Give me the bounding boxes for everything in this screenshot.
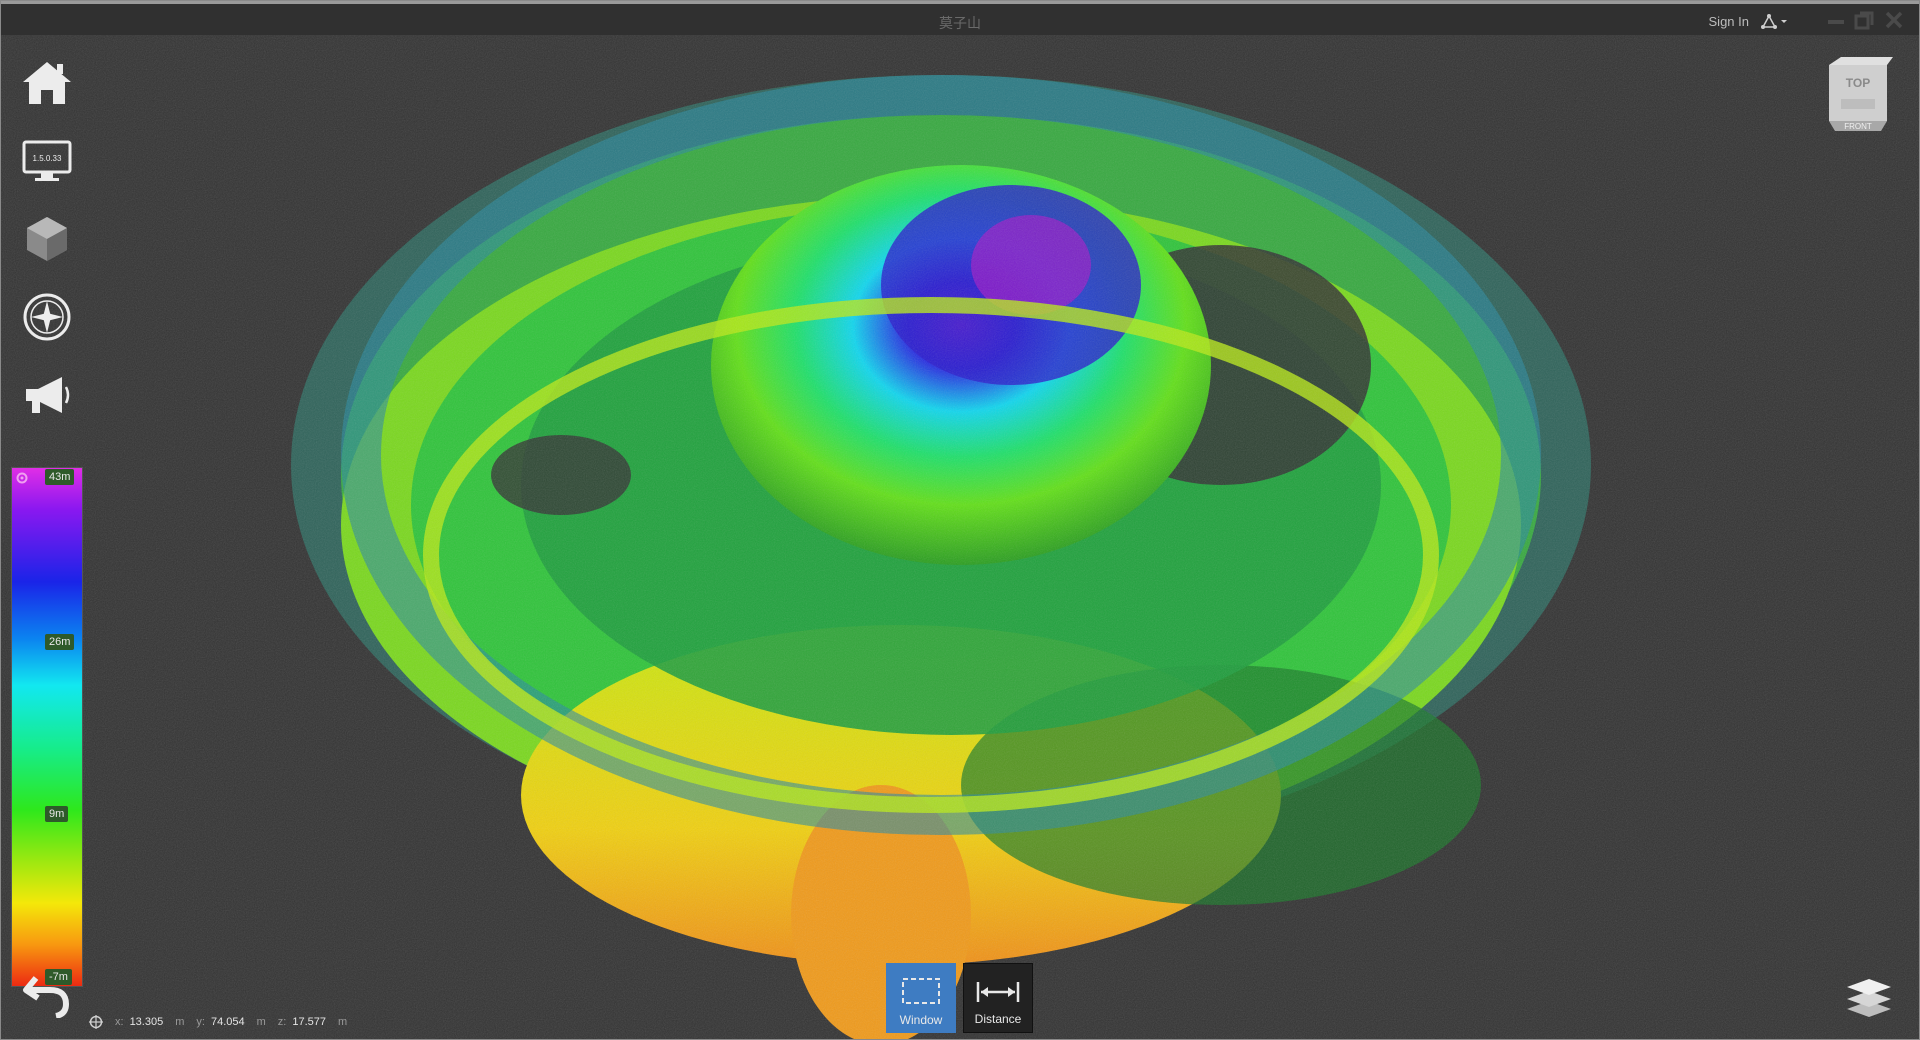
z-label: z: xyxy=(277,1016,287,1028)
home-icon xyxy=(23,62,71,104)
viewcube-front-label: FRONT xyxy=(1844,122,1872,131)
restore-icon[interactable] xyxy=(1853,10,1875,30)
layers-icon[interactable] xyxy=(1843,973,1895,1021)
window-select-button[interactable]: Window xyxy=(886,963,956,1033)
announcement-button[interactable] xyxy=(19,367,75,423)
display-button[interactable]: 1.5.0.33 xyxy=(19,133,75,189)
point-cloud-image[interactable] xyxy=(1,35,1919,1039)
z-value: 17.577 xyxy=(292,1016,326,1028)
monitor-icon: 1.5.0.33 xyxy=(22,140,72,181)
distance-measure-button[interactable]: Distance xyxy=(963,963,1033,1033)
version-label: 1.5.0.33 xyxy=(33,154,62,163)
close-icon[interactable] xyxy=(1883,10,1905,30)
x-value: 13.305 xyxy=(129,1016,164,1028)
window-label: Window xyxy=(899,1013,943,1027)
compass-icon xyxy=(23,293,71,341)
y-unit: m xyxy=(256,1016,266,1028)
viewcube-top-label: TOP xyxy=(1846,76,1870,90)
y-value: 74.054 xyxy=(210,1016,245,1028)
undo-icon xyxy=(23,976,70,1018)
window-title: 莫子山 xyxy=(939,15,981,31)
app-window: 莫子山 Sign In 1.5.0.33 43m 26m 9m -7m TOP … xyxy=(0,0,1920,1040)
sign-in-link[interactable]: Sign In xyxy=(1709,14,1749,29)
title-bar: 莫子山 Sign In xyxy=(1,1,1919,35)
elevation-color-legend xyxy=(11,467,83,987)
megaphone-icon xyxy=(26,377,70,413)
x-unit: m xyxy=(175,1016,185,1028)
view-cube[interactable]: TOP FRONT xyxy=(1821,55,1895,135)
z-unit: m xyxy=(338,1016,348,1028)
x-label: x: xyxy=(115,1016,124,1028)
cube-icon xyxy=(27,217,67,261)
crosshair-icon xyxy=(89,1015,103,1029)
window-select-icon xyxy=(902,978,940,1004)
network-icon[interactable] xyxy=(1759,12,1789,32)
model-button[interactable] xyxy=(19,211,75,267)
cursor-coordinates: x: 13.305 m y: 74.054 m z: 17.577 m xyxy=(89,1015,347,1029)
distance-icon xyxy=(976,982,1020,1002)
home-button[interactable] xyxy=(19,55,75,111)
distance-label: Distance xyxy=(974,1012,1022,1026)
y-label: y: xyxy=(196,1016,205,1028)
legend-26m-label: 26m xyxy=(45,634,75,650)
gear-icon[interactable] xyxy=(15,471,29,485)
legend-9m-label: 9m xyxy=(45,806,69,822)
minimize-icon[interactable] xyxy=(1825,10,1847,30)
point-cloud-viewport[interactable]: 1.5.0.33 43m 26m 9m -7m TOP FRONT x: 13.… xyxy=(1,35,1919,1039)
legend-max-label: 43m xyxy=(45,469,75,485)
undo-button[interactable] xyxy=(19,967,75,1023)
navigation-button[interactable] xyxy=(19,289,75,345)
